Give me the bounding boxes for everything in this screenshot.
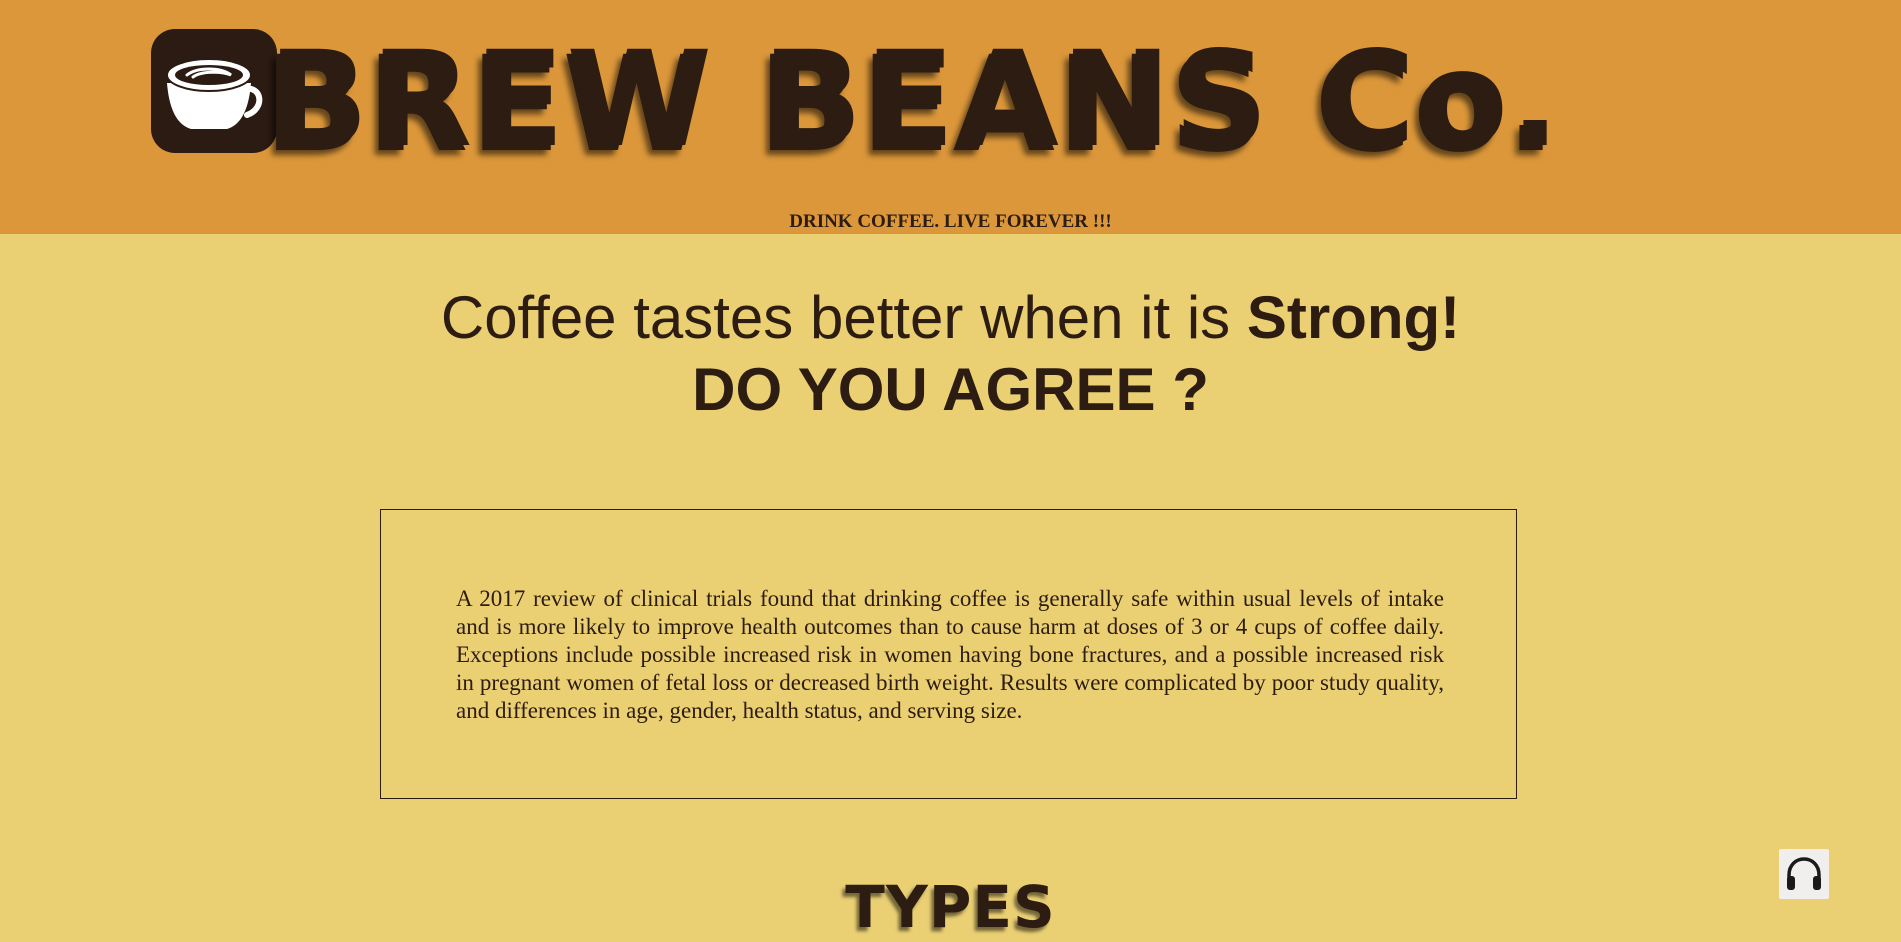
hero-headline: Coffee tastes better when it is Strong! (0, 282, 1901, 354)
hero-headline-text: Coffee tastes better when it is (440, 284, 1247, 351)
types-heading: TYPES (845, 873, 1056, 941)
audio-toggle-button[interactable] (1779, 849, 1829, 899)
brand-logo[interactable] (151, 29, 277, 153)
info-box: A 2017 review of clinical trials found t… (380, 509, 1517, 799)
brand-title: BREW BEANS Co. (268, 23, 1563, 177)
coffee-cup-icon (166, 58, 263, 129)
site-header: BREW BEANS Co. DRINK COFFEE. LIVE FOREVE… (0, 0, 1901, 234)
tagline: DRINK COFFEE. LIVE FOREVER !!! (789, 211, 1112, 232)
hero-section: Coffee tastes better when it is Strong! … (0, 282, 1901, 426)
hero-headline-strong: Strong! (1246, 284, 1461, 351)
info-paragraph: A 2017 review of clinical trials found t… (456, 586, 1444, 723)
headphones-icon (1787, 857, 1821, 890)
hero-question: DO YOU AGREE ? (692, 356, 1209, 423)
